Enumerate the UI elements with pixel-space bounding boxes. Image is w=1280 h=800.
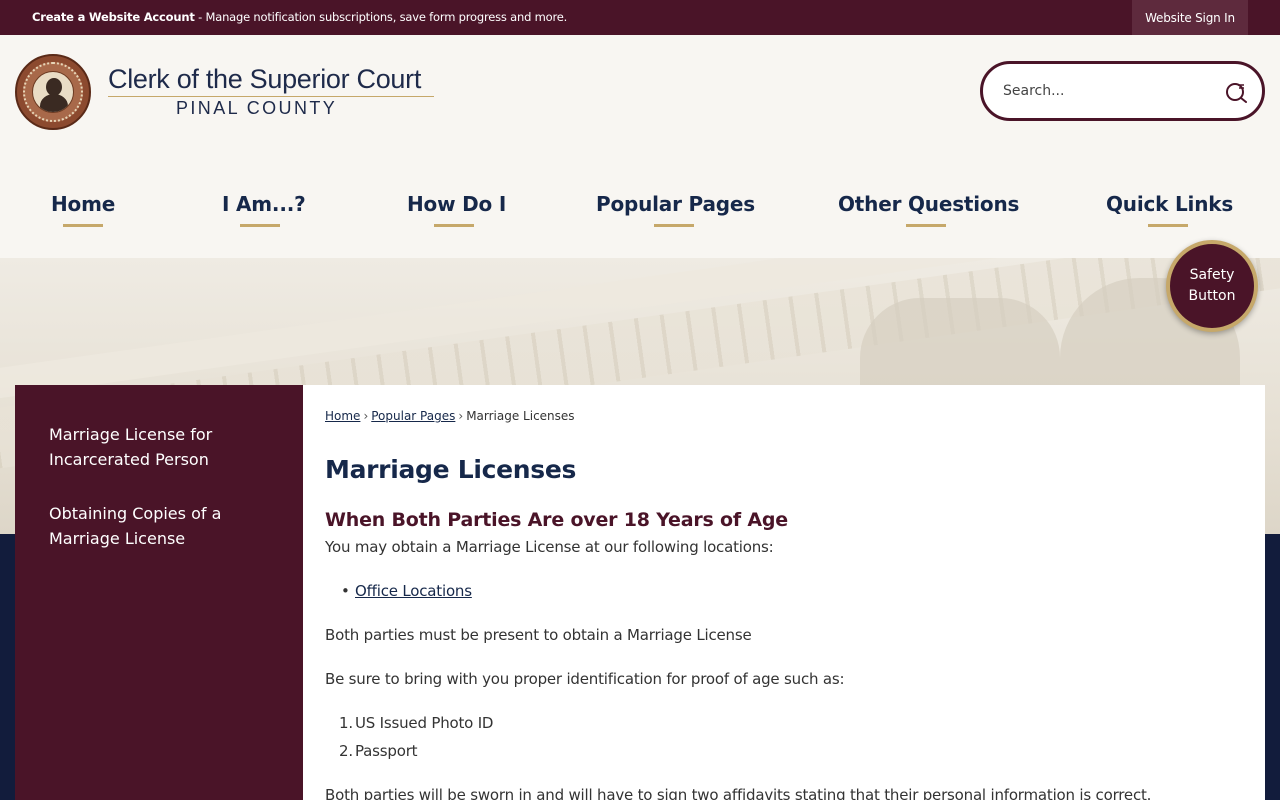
- nav-home-label: Home: [51, 192, 116, 216]
- sidebar-item-label-line1: Marriage License for: [49, 425, 213, 444]
- safety-button[interactable]: Safety Button: [1166, 240, 1258, 332]
- seal-portrait: [32, 71, 74, 113]
- top-utility-bar: Create a Website Account - Manage notifi…: [0, 0, 1280, 35]
- breadcrumb: Home › Popular Pages › Marriage Licenses: [325, 409, 575, 423]
- court-seal-logo[interactable]: [15, 54, 91, 130]
- breadcrumb-separator: ›: [458, 409, 464, 423]
- nav-other-questions[interactable]: Other Questions: [838, 192, 1019, 227]
- breadcrumb-popular-pages-link[interactable]: Popular Pages: [371, 409, 455, 423]
- seal-ring: [23, 62, 83, 122]
- sidebar-item-label-line1: Obtaining Copies of a: [49, 504, 222, 523]
- bullet-marker: •: [341, 582, 350, 600]
- site-subtitle[interactable]: PINAL COUNTY: [176, 98, 337, 119]
- section-heading: When Both Parties Are over 18 Years of A…: [325, 509, 788, 531]
- id-item-label: Passport: [355, 742, 418, 760]
- main-content: Home › Popular Pages › Marriage Licenses Mar…: [303, 385, 1265, 800]
- nav-underline: [906, 224, 946, 227]
- sworn-paragraph: Both parties will be sworn in and will h…: [325, 786, 1152, 800]
- page-title: Marriage Licenses: [325, 455, 577, 484]
- nav-how-do-i-label: How Do I: [407, 192, 507, 216]
- search-icon[interactable]: [1225, 81, 1247, 103]
- presence-paragraph: Both parties must be present to obtain a…: [325, 626, 752, 644]
- identification-paragraph: Be sure to bring with you proper identif…: [325, 670, 845, 688]
- sidebar-nav: Marriage License for Incarcerated Person…: [15, 385, 303, 800]
- nav-home[interactable]: Home: [51, 192, 115, 227]
- create-account-description: - Manage notification subscriptions, sav…: [194, 10, 568, 24]
- office-locations-link[interactable]: Office Locations: [355, 582, 472, 600]
- site-title[interactable]: Clerk of the Superior Court: [108, 64, 421, 95]
- nav-underline: [63, 224, 103, 227]
- nav-quick-links-label: Quick Links: [1106, 192, 1234, 216]
- nav-underline: [240, 224, 280, 227]
- create-account-link[interactable]: Create a Website Account: [32, 10, 195, 24]
- sidebar-item-incarcerated-person[interactable]: Marriage License for Incarcerated Person: [49, 422, 289, 472]
- id-item-label: US Issued Photo ID: [355, 714, 494, 732]
- search-box: [980, 61, 1265, 121]
- nav-i-am-label: I Am...?: [222, 192, 306, 216]
- safety-button-line1: Safety: [1189, 267, 1235, 283]
- nav-how-do-i[interactable]: How Do I: [407, 192, 506, 227]
- intro-paragraph: You may obtain a Marriage License at our…: [325, 538, 774, 556]
- sidebar-item-label-line2: Incarcerated Person: [49, 450, 209, 469]
- list-number: 1.: [339, 714, 353, 732]
- nav-underline: [1148, 224, 1188, 227]
- nav-i-am[interactable]: I Am...?: [222, 192, 306, 227]
- site-title-divider: [108, 96, 434, 97]
- breadcrumb-separator: ›: [363, 409, 369, 423]
- list-item: 1. US Issued Photo ID: [339, 714, 494, 732]
- breadcrumb-home-link[interactable]: Home: [325, 409, 360, 423]
- nav-underline: [434, 224, 474, 227]
- breadcrumb-current: Marriage Licenses: [466, 409, 575, 423]
- sidebar-item-obtaining-copies[interactable]: Obtaining Copies of a Marriage License: [49, 501, 289, 551]
- create-account-message[interactable]: Create a Website Account - Manage notifi…: [32, 10, 567, 24]
- nav-popular-pages[interactable]: Popular Pages: [596, 192, 755, 227]
- sidebar-item-label-line2: Marriage License: [49, 529, 186, 548]
- list-number: 2.: [339, 742, 353, 760]
- safety-button-line2: Button: [1188, 288, 1236, 304]
- nav-quick-links[interactable]: Quick Links: [1106, 192, 1234, 227]
- nav-popular-pages-label: Popular Pages: [596, 192, 755, 216]
- nav-underline: [654, 224, 694, 227]
- website-sign-in-button[interactable]: Website Sign In: [1132, 0, 1248, 35]
- list-item: 2. Passport: [339, 742, 418, 760]
- search-input[interactable]: [1003, 79, 1213, 103]
- nav-other-questions-label: Other Questions: [838, 192, 1020, 216]
- list-item: • Office Locations: [341, 582, 472, 600]
